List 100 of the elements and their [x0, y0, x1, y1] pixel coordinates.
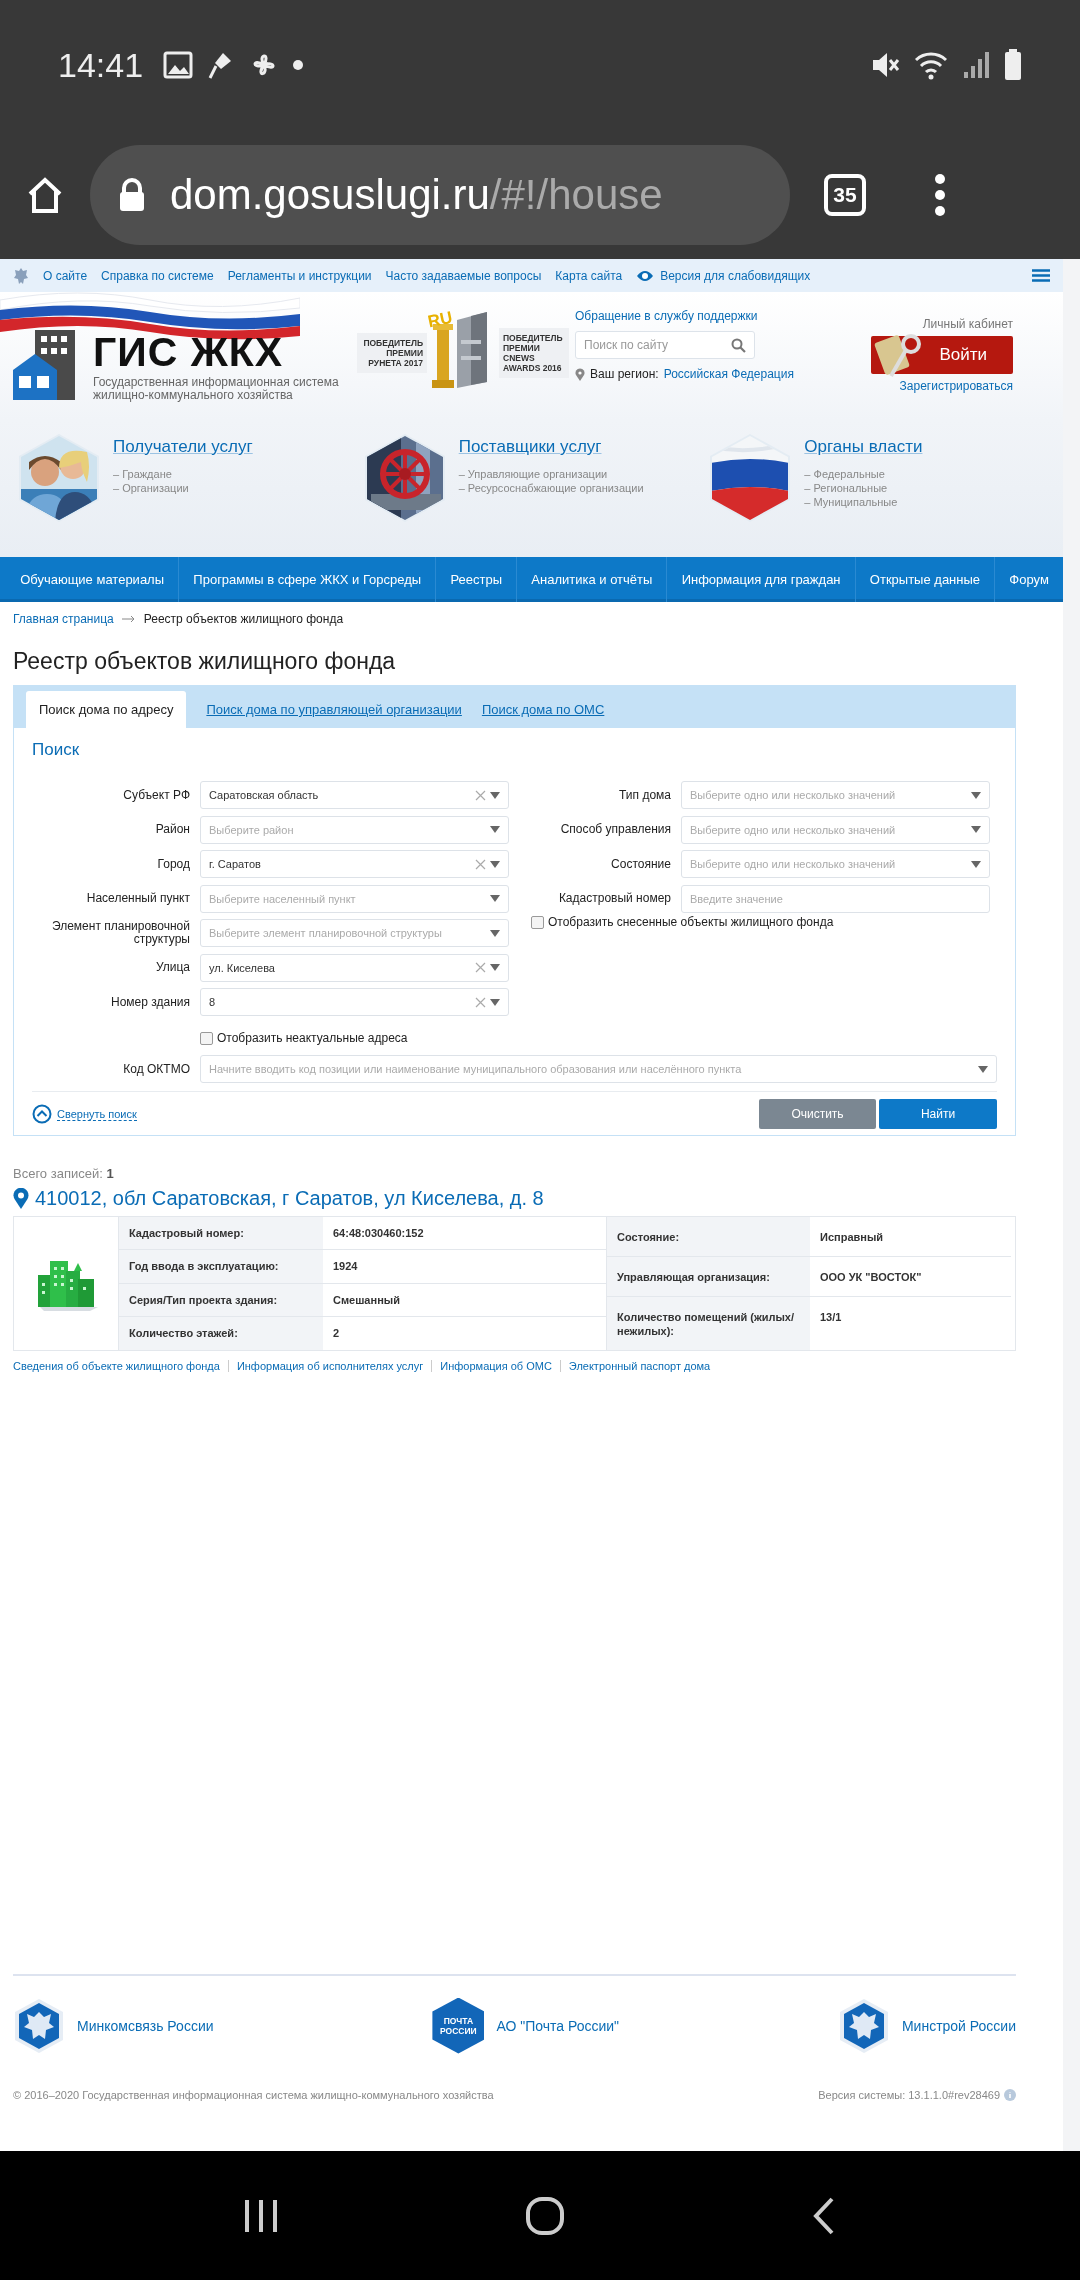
- tab[interactable]: Поиск дома по адресу: [26, 691, 187, 728]
- location-icon: [575, 367, 585, 381]
- category-item[interactable]: – Организации: [113, 481, 253, 495]
- dropdown-icon: [490, 860, 500, 868]
- partner-link[interactable]: Минкомсвязь России: [77, 2017, 214, 2034]
- address-link[interactable]: 410012, обл Саратовская, г Саратов, ул Киселева, д. 8: [35, 1187, 544, 1210]
- nav-item[interactable]: Реестры: [436, 557, 518, 602]
- lock-icon: [118, 177, 146, 212]
- object-link[interactable]: Информация об исполнителях услуг: [227, 1360, 432, 1372]
- property-label: Серия/Тип проекта здания:: [119, 1283, 323, 1317]
- nav-item[interactable]: Открытые данные: [855, 557, 996, 602]
- dropdown-icon: [490, 929, 500, 937]
- category-item[interactable]: – Граждане: [113, 467, 253, 481]
- copyright: © 2016–2020 Государственная информационная система жилищно-коммунального хозяйства: [13, 2089, 494, 2101]
- home-button-icon[interactable]: [525, 2195, 565, 2236]
- object-link[interactable]: Сведения об объекте жилищного фонда: [13, 1360, 228, 1372]
- arrow-icon: [121, 615, 136, 623]
- category-link[interactable]: Поставщики услуг: [458, 437, 644, 457]
- checkbox[interactable]: [531, 915, 544, 929]
- nav-item[interactable]: Программы в сфере ЖКХ и Горсреды: [179, 557, 437, 602]
- category-item[interactable]: – Ресурсоснабжающие организации: [458, 481, 644, 495]
- tab[interactable]: Поиск дома по ОМС: [481, 691, 605, 728]
- category-item[interactable]: – Федеральные: [804, 467, 923, 481]
- award-title: RU: [426, 307, 455, 333]
- field-label: Код ОКТМО: [122, 1062, 190, 1076]
- top-link[interactable]: О сайте: [43, 268, 88, 283]
- search-icon: [731, 337, 746, 353]
- tab-count[interactable]: 35: [824, 173, 866, 216]
- section-title: Поиск: [32, 740, 81, 760]
- dropdown-icon: [490, 791, 500, 799]
- field-label: Номер здания: [110, 995, 190, 1009]
- category-link[interactable]: Получатели услуг: [113, 437, 253, 457]
- partner-link[interactable]: АО "Почта России": [496, 2017, 620, 2034]
- home-icon[interactable]: [26, 175, 64, 214]
- dropdown-icon: [971, 860, 981, 868]
- logo-subtitle: Государственная информационная система жилищно-коммунального хозяйства: [93, 376, 340, 402]
- category-item[interactable]: – Муниципальные: [804, 495, 923, 509]
- award-label: ПОБЕДИТЕЛЬ ПРЕМИИ CNEWS AWARDS 2016: [499, 327, 569, 378]
- field-label: Элемент планировочной структуры: [50, 920, 190, 946]
- clock: 14:41: [58, 45, 144, 85]
- dropdown-icon: [978, 1065, 988, 1073]
- breadcrumb-link[interactable]: Главная страница: [13, 612, 114, 626]
- select-field[interactable]: г. Саратов: [200, 850, 509, 878]
- address-bar[interactable]: dom.gosuslugi.ru/#!/house: [90, 144, 790, 245]
- region-label: Ваш регион:: [590, 367, 659, 381]
- property-label: Состояние:: [606, 1217, 810, 1257]
- collapse-icon[interactable]: [32, 1104, 52, 1124]
- field-label: Тип дома: [618, 788, 671, 802]
- search-field[interactable]: Поиск по сайту: [575, 331, 755, 359]
- collapse-link[interactable]: Свернуть поиск: [57, 1107, 137, 1121]
- top-link[interactable]: Регламенты и инструкции: [227, 268, 372, 283]
- category-item[interactable]: – Региональные: [804, 481, 923, 495]
- wifi-icon: [914, 50, 948, 80]
- post-logo: ПОЧТА РОССИИ: [432, 1997, 485, 2054]
- signal-icon: [962, 50, 990, 80]
- recent-apps-icon[interactable]: [243, 2197, 278, 2234]
- property-label: Год ввода в эксплуатацию:: [119, 1250, 323, 1284]
- dropdown-icon: [490, 998, 500, 1006]
- nav-item[interactable]: Форум: [995, 557, 1063, 602]
- top-link[interactable]: Справка по системе: [101, 268, 214, 283]
- partner-link[interactable]: Минстрой России: [901, 2017, 1016, 2034]
- top-link[interactable]: Часто задаваемые вопросы: [385, 268, 542, 283]
- menu-icon[interactable]: [1032, 269, 1050, 282]
- field-label: Состояние: [610, 857, 671, 871]
- category-link[interactable]: Органы власти: [804, 437, 923, 457]
- find-button[interactable]: Найти: [879, 1099, 997, 1129]
- category-item[interactable]: – Управляющие организации: [458, 467, 644, 481]
- dropdown-icon: [490, 826, 500, 833]
- breadcrumb-current: Реестр объектов жилищного фонда: [143, 612, 344, 626]
- top-link[interactable]: Карта сайта: [555, 268, 623, 283]
- emblem-icon: [13, 266, 29, 285]
- object-link[interactable]: Электронный паспорт дома: [559, 1360, 719, 1372]
- battery-icon: [1004, 49, 1022, 81]
- select-field[interactable]: ул. Киселева: [200, 953, 509, 982]
- select-field[interactable]: 8: [200, 988, 509, 1016]
- clear-button[interactable]: Очистить: [759, 1099, 876, 1129]
- tab[interactable]: Поиск дома по управляющей организации: [206, 691, 462, 728]
- select-field[interactable]: Саратовская область: [200, 781, 509, 809]
- nav-item[interactable]: Информация для граждан: [667, 557, 856, 602]
- accessibility-link[interactable]: Версия для слабовидящих: [660, 268, 811, 283]
- nav-item[interactable]: Обучающие материалы: [6, 557, 180, 602]
- nav-item[interactable]: Аналитика и отчёты: [517, 557, 668, 602]
- register-link[interactable]: Зарегистрироваться: [899, 379, 1013, 393]
- property-label: Количество этажей:: [119, 1316, 323, 1350]
- region-link[interactable]: Российская Федерация: [663, 367, 794, 381]
- dot-icon: [293, 60, 304, 70]
- property-label: Количество помещений (жилых/нежилых):: [606, 1297, 810, 1350]
- property-label: Управляющая организация:: [606, 1257, 810, 1297]
- login-button[interactable]: Войти: [871, 336, 1013, 374]
- support-link[interactable]: Обращение в службу поддержки: [575, 309, 775, 323]
- checkbox[interactable]: [200, 1031, 213, 1045]
- dropdown-icon: [490, 964, 500, 971]
- object-link[interactable]: Информация об ОМС: [431, 1360, 560, 1372]
- cabinet-label: Личный кабинет: [922, 317, 1013, 331]
- more-icon[interactable]: [934, 172, 946, 217]
- field-label: Субъект РФ: [122, 788, 190, 802]
- image-icon: [163, 51, 194, 79]
- page-title: Реестр объектов жилищного фонда: [13, 648, 397, 675]
- dropdown-icon: [971, 826, 981, 833]
- emblem-icon: [13, 1997, 65, 2054]
